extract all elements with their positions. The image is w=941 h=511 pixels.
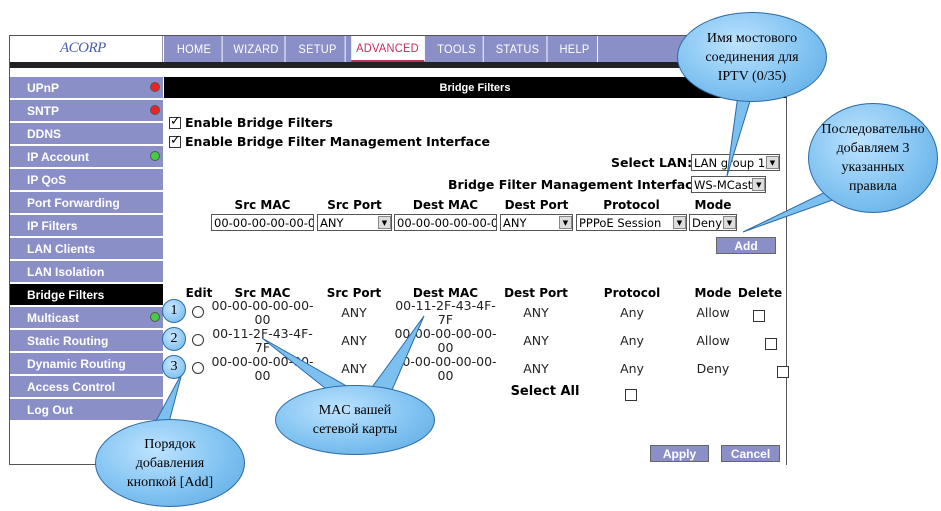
callout-mac: MAC вашей сетевой карты: [275, 385, 435, 455]
step-number-2: 2: [162, 327, 186, 351]
callout-order: Порядок добавления кнопкой [Add]: [95, 419, 245, 507]
step-number-3: 3: [162, 355, 186, 379]
callout-bridge-name: Имя мостового соединения для IPTV (0/35): [677, 12, 827, 102]
callout-sequence: Последовательно добавляем 3 указанных пр…: [808, 103, 938, 213]
step-number-1: 1: [162, 299, 186, 323]
